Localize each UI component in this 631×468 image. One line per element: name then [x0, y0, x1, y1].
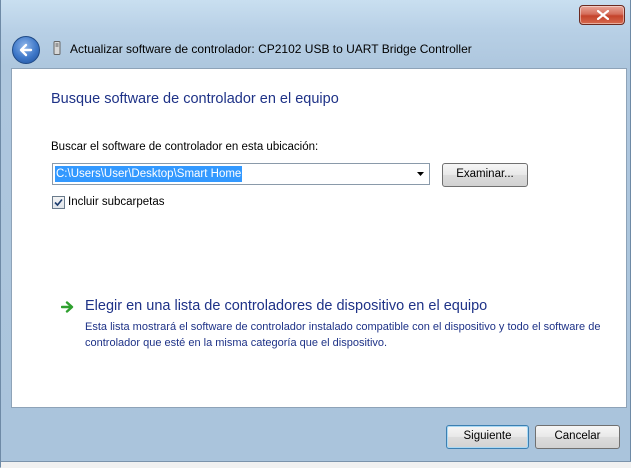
checkmark-icon	[54, 198, 63, 207]
pick-from-list-link[interactable]: Elegir en una lista de controladores de …	[85, 298, 487, 314]
browse-button[interactable]: Examinar...	[442, 163, 528, 187]
chevron-down-icon[interactable]	[417, 172, 424, 176]
close-icon	[597, 10, 609, 20]
close-button[interactable]	[579, 5, 625, 25]
wizard-content: Busque software de controlador en el equ…	[11, 68, 627, 408]
location-combobox[interactable]: C:\Users\User\Desktop\Smart Home	[52, 163, 430, 185]
green-arrow-icon[interactable]	[61, 301, 74, 313]
usb-device-icon	[53, 41, 61, 55]
back-arrow-icon	[19, 43, 33, 57]
location-label: Buscar el software de controlador en est…	[51, 141, 319, 153]
location-input[interactable]: C:\Users\User\Desktop\Smart Home	[55, 166, 243, 182]
cancel-button[interactable]: Cancelar	[535, 425, 620, 449]
back-button[interactable]	[12, 36, 40, 64]
dialog-window: Actualizar software de controlador: CP21…	[0, 0, 631, 468]
include-subfolders-label[interactable]: Incluir subcarpetas	[68, 196, 165, 208]
window-title: Actualizar software de controlador: CP21…	[70, 42, 472, 56]
include-subfolders-checkbox[interactable]	[52, 196, 65, 209]
page-heading: Busque software de controlador en el equ…	[51, 91, 339, 107]
pick-from-list-description: Esta lista mostrará el software de contr…	[85, 321, 601, 349]
next-button[interactable]: Siguiente	[446, 425, 529, 449]
